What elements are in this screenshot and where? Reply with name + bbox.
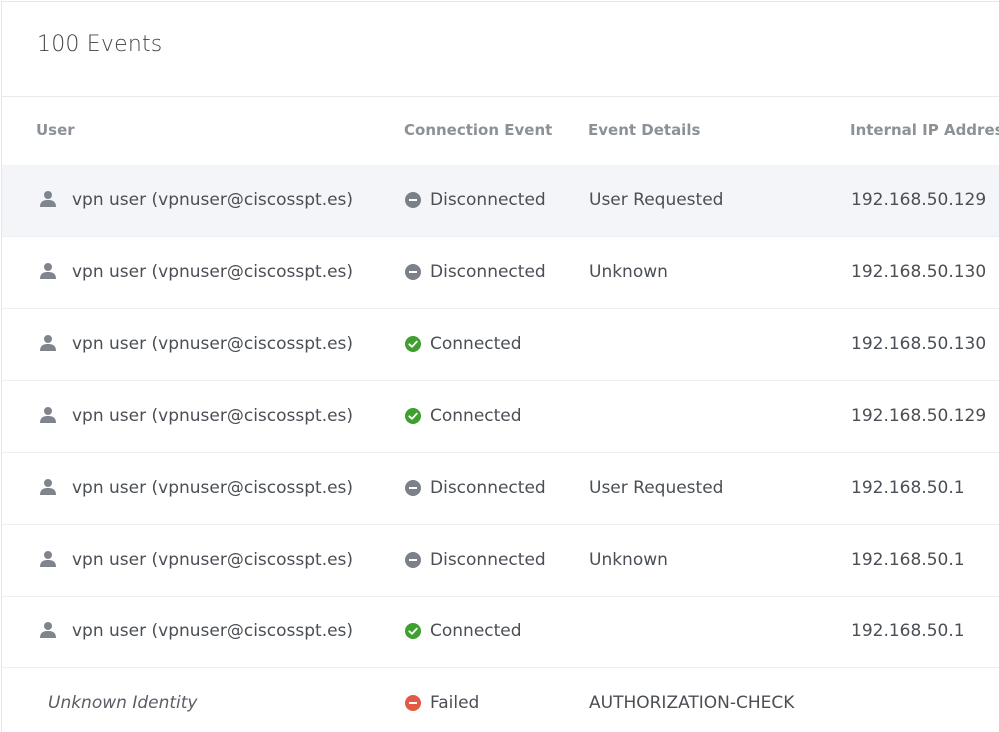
- minus-circle-icon: [405, 480, 421, 496]
- column-header-user[interactable]: User: [36, 97, 75, 164]
- user-cell: vpn user (vpnuser@ciscosspt.es): [72, 550, 354, 570]
- internal-ip-cell: 192.168.50.130: [851, 262, 987, 282]
- event-details-cell: Unknown: [589, 550, 668, 570]
- internal-ip-cell: 192.168.50.1: [851, 478, 965, 498]
- connection-event-cell: Disconnected: [430, 190, 546, 210]
- table-row[interactable]: vpn user (vpnuser@ciscosspt.es) Connecte…: [2, 381, 999, 453]
- event-details-cell: User Requested: [589, 190, 724, 210]
- connection-event-cell: Disconnected: [430, 550, 546, 570]
- table-row[interactable]: vpn user (vpnuser@ciscosspt.es) Disconne…: [2, 525, 999, 597]
- connection-event-cell: Failed: [430, 693, 480, 713]
- table-row[interactable]: vpn user (vpnuser@ciscosspt.es) Disconne…: [2, 165, 999, 237]
- user-cell: vpn user (vpnuser@ciscosspt.es): [72, 190, 354, 210]
- connection-event-cell: Disconnected: [430, 262, 546, 282]
- table-row[interactable]: vpn user (vpnuser@ciscosspt.es) Connecte…: [2, 309, 999, 381]
- table-row[interactable]: vpn user (vpnuser@ciscosspt.es) Connecte…: [2, 596, 999, 668]
- user-icon: [40, 622, 56, 638]
- table-row[interactable]: Unknown Identity Failed AUTHORIZATION-CH…: [2, 668, 999, 732]
- internal-ip-cell: 192.168.50.129: [851, 190, 987, 210]
- user-cell: vpn user (vpnuser@ciscosspt.es): [72, 621, 354, 641]
- table-header: User Connection Event Event Details Inte…: [2, 96, 999, 167]
- connection-event-cell: Disconnected: [430, 478, 546, 498]
- column-header-internal-ip[interactable]: Internal IP Address: [850, 97, 999, 164]
- table-row[interactable]: vpn user (vpnuser@ciscosspt.es) Disconne…: [2, 453, 999, 525]
- user-cell: vpn user (vpnuser@ciscosspt.es): [72, 478, 354, 498]
- internal-ip-cell: 192.168.50.1: [851, 550, 965, 570]
- connection-event-cell: Connected: [430, 621, 522, 641]
- minus-circle-icon: [405, 552, 421, 568]
- minus-circle-icon: [405, 192, 421, 208]
- user-icon: [40, 335, 56, 351]
- check-circle-icon: [405, 623, 421, 639]
- user-icon: [40, 191, 56, 207]
- column-header-connection-event[interactable]: Connection Event: [404, 97, 552, 164]
- event-details-cell: AUTHORIZATION-CHECK: [589, 693, 795, 713]
- connection-event-cell: Connected: [430, 334, 522, 354]
- user-cell: vpn user (vpnuser@ciscosspt.es): [72, 262, 354, 282]
- user-icon: [40, 263, 56, 279]
- connection-event-cell: Connected: [430, 406, 522, 426]
- events-panel: 100 Events User Connection Event Event D…: [1, 1, 999, 732]
- user-icon: [40, 407, 56, 423]
- user-cell: Unknown Identity: [48, 693, 198, 713]
- column-header-event-details[interactable]: Event Details: [588, 97, 700, 164]
- minus-circle-icon: [405, 695, 421, 711]
- user-cell: vpn user (vpnuser@ciscosspt.es): [72, 334, 354, 354]
- user-icon: [40, 479, 56, 495]
- page-title: 100 Events: [37, 32, 163, 57]
- internal-ip-cell: 192.168.50.130: [851, 334, 987, 354]
- check-circle-icon: [405, 408, 421, 424]
- check-circle-icon: [405, 336, 421, 352]
- internal-ip-cell: 192.168.50.1: [851, 621, 965, 641]
- event-details-cell: Unknown: [589, 262, 668, 282]
- table-row[interactable]: vpn user (vpnuser@ciscosspt.es) Disconne…: [2, 237, 999, 309]
- user-icon: [40, 551, 56, 567]
- minus-circle-icon: [405, 264, 421, 280]
- event-details-cell: User Requested: [589, 478, 724, 498]
- user-cell: vpn user (vpnuser@ciscosspt.es): [72, 406, 354, 426]
- internal-ip-cell: 192.168.50.129: [851, 406, 987, 426]
